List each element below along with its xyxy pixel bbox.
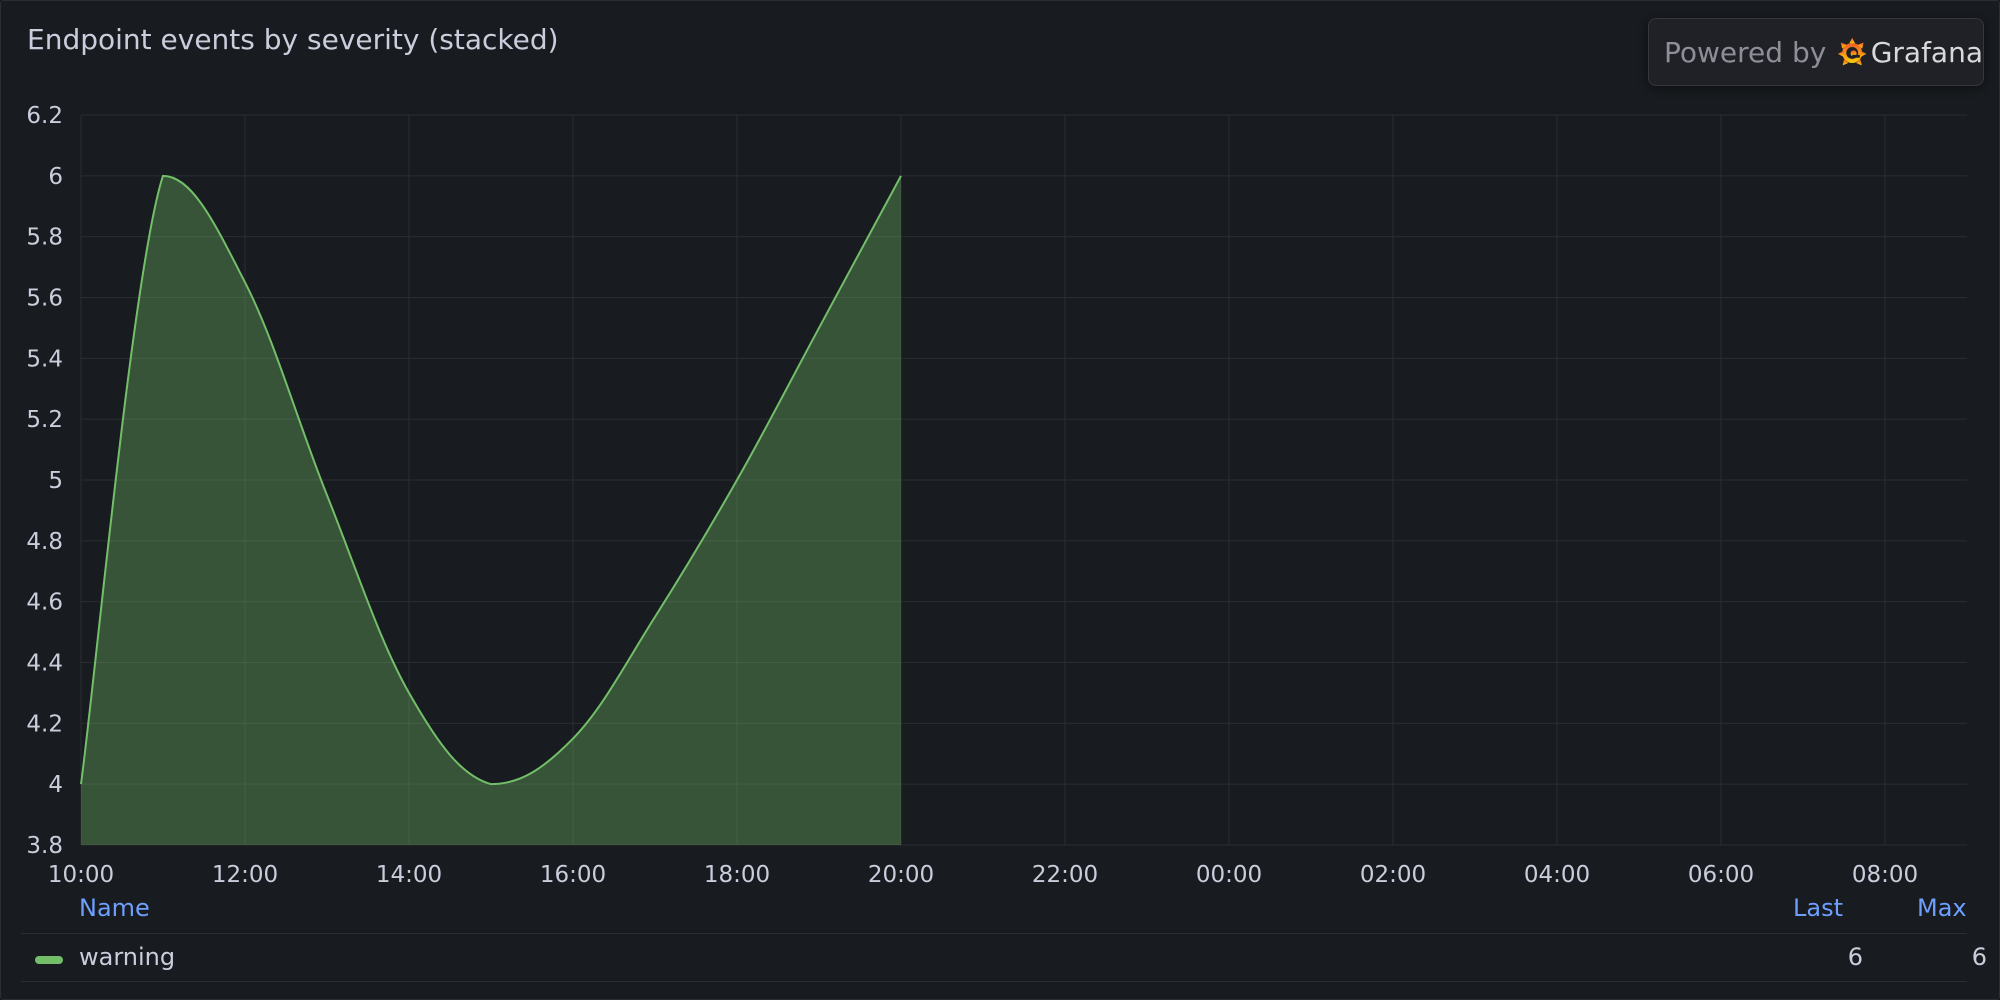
legend-header-name[interactable]: Name [79,894,150,922]
legend-series-name[interactable]: warning [79,943,175,971]
y-tick-label: 4.4 [26,651,63,677]
x-tick-label: 22:00 [1032,862,1098,888]
legend-max-value: 6 [1971,943,1987,971]
legend-divider [21,933,1967,934]
x-tick-label: 14:00 [376,862,442,888]
legend-last-value: 6 [1847,943,1863,971]
y-tick-label: 4.6 [26,590,63,616]
time-series-chart[interactable]: 6.2 6 5.8 5.6 5.4 5.2 5 4.8 4.6 4.4 4.2 4 3.8 10:00 12… [1,1,2000,901]
x-tick-label: 04:00 [1524,862,1590,888]
y-tick-label: 5.6 [26,286,63,312]
x-tick-label: 08:00 [1852,862,1918,888]
legend-bottom-divider [21,981,1967,982]
y-tick-label: 6 [48,164,63,190]
x-tick-label: 12:00 [212,862,278,888]
legend-header-last[interactable]: Last [1793,894,1843,922]
x-tick-label: 00:00 [1196,862,1262,888]
legend-row-warning[interactable]: warning 6 6 [21,936,1987,984]
y-tick-label: 6.2 [26,103,63,129]
x-tick-label: 16:00 [540,862,606,888]
y-tick-label: 4.8 [26,529,63,555]
x-tick-label: 18:00 [704,862,770,888]
chart-panel: Endpoint events by severity (stacked) Po… [0,0,2000,1000]
x-tick-label: 20:00 [868,862,934,888]
y-tick-label: 5.2 [26,407,63,433]
y-tick-label: 4.2 [26,711,63,737]
y-tick-label: 4 [48,772,63,798]
y-tick-label: 3.8 [26,833,63,859]
x-tick-label: 10:00 [48,862,114,888]
series-area-fill [81,175,901,846]
y-tick-label: 5.8 [26,225,63,251]
y-tick-label: 5 [48,468,63,494]
legend-color-swatch [35,956,63,964]
x-tick-label: 02:00 [1360,862,1426,888]
legend-header-max[interactable]: Max [1917,894,1967,922]
x-tick-label: 06:00 [1688,862,1754,888]
y-tick-label: 5.4 [26,346,63,372]
